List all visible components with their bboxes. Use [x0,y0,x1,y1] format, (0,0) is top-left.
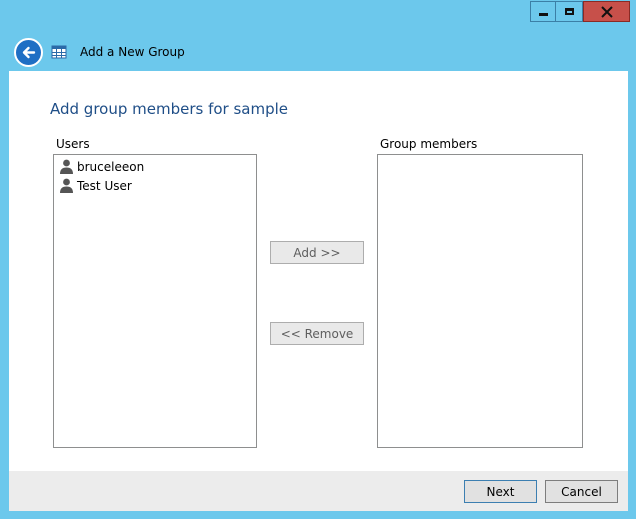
add-button[interactable]: Add >> [270,241,364,264]
window-title: Add a New Group [80,45,185,59]
list-item[interactable]: Test User [54,176,256,195]
back-button[interactable] [14,38,43,67]
minimize-icon [538,13,548,16]
page-heading: Add group members for sample [50,100,289,118]
groups-app-icon [51,45,67,59]
users-label: Users [56,137,90,151]
window-frame: Add a New Group Add group members for sa… [0,0,636,519]
user-icon [60,178,73,193]
user-name: Test User [77,178,132,193]
users-list[interactable]: bruceleeon Test User [53,154,257,448]
user-icon [60,159,73,174]
user-name: bruceleeon [77,159,145,174]
back-arrow-icon [22,46,36,59]
group-members-label: Group members [380,137,478,151]
close-button[interactable] [583,1,630,22]
cancel-button[interactable]: Cancel [545,480,618,503]
maximize-icon [564,8,574,15]
group-members-list[interactable] [377,154,583,448]
maximize-button[interactable] [556,1,583,22]
next-button[interactable]: Next [464,480,537,503]
close-icon [600,5,613,18]
minimize-button[interactable] [530,1,556,22]
list-item[interactable]: bruceleeon [54,157,256,176]
remove-button[interactable]: << Remove [270,322,364,345]
